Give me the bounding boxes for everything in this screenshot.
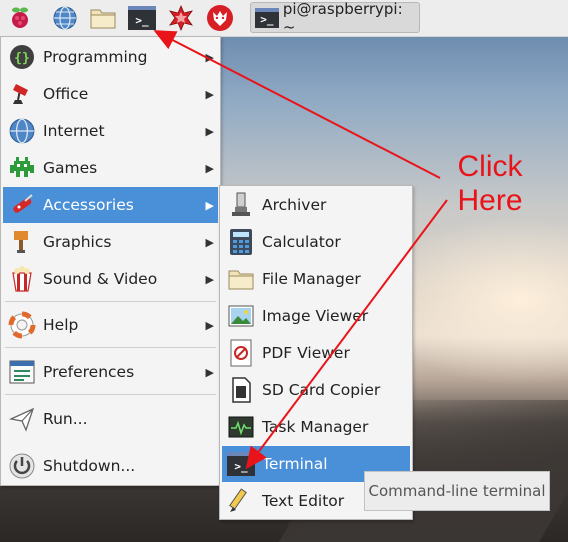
games-icon <box>7 153 37 183</box>
menu-item-graphics[interactable]: Graphics ▶ <box>3 224 218 260</box>
menu-separator <box>5 301 216 302</box>
wolfram-icon <box>207 5 233 31</box>
text-editor-icon <box>226 486 256 516</box>
menu-item-programming[interactable]: {} Programming ▶ <box>3 39 218 75</box>
chevron-right-icon: ▶ <box>205 50 214 64</box>
submenu-item-label: PDF Viewer <box>262 344 350 362</box>
internet-icon <box>7 116 37 146</box>
menu-item-label: Office <box>43 85 89 103</box>
raspberry-menu-icon <box>12 7 28 28</box>
menu-item-run[interactable]: Run... <box>3 401 218 437</box>
chevron-right-icon: ▶ <box>205 365 214 379</box>
task-manager-icon <box>226 412 256 442</box>
annotation-line-1: Click <box>457 150 523 183</box>
menu-item-label: Internet <box>43 122 105 140</box>
web-browser-icon <box>53 6 77 30</box>
accessories-submenu: Archiver Calculator File Manager Image V… <box>219 185 413 520</box>
office-icon <box>7 79 37 109</box>
submenu-item-archiver[interactable]: Archiver <box>222 187 410 223</box>
menu-item-label: Run... <box>43 410 88 428</box>
submenu-item-label: SD Card Copier <box>262 381 381 399</box>
menu-item-sound-video[interactable]: Sound & Video ▶ <box>3 261 218 297</box>
folder-icon <box>90 9 116 29</box>
chevron-right-icon: ▶ <box>205 318 214 332</box>
wolfram-button[interactable] <box>206 4 234 32</box>
pdf-viewer-icon <box>226 338 256 368</box>
terminal-launcher-button[interactable]: >_ <box>128 4 156 32</box>
preferences-icon <box>7 357 37 387</box>
top-panel: >_ >_ pi@raspberrypi: ~ <box>0 0 568 37</box>
click-here-annotation: Click Here <box>440 150 540 218</box>
programming-icon: {} <box>7 42 37 72</box>
chevron-right-icon: ▶ <box>205 161 214 175</box>
chevron-right-icon: ▶ <box>205 87 214 101</box>
menu-item-accessories[interactable]: Accessories ▶ <box>3 187 218 223</box>
submenu-item-task-manager[interactable]: Task Manager <box>222 409 410 445</box>
raspberry-menu-button[interactable] <box>6 4 34 32</box>
submenu-item-image-viewer[interactable]: Image Viewer <box>222 298 410 334</box>
run-icon <box>7 404 37 434</box>
submenu-item-label: Image Viewer <box>262 307 369 325</box>
submenu-item-label: Task Manager <box>262 418 369 436</box>
submenu-item-label: File Manager <box>262 270 361 288</box>
menu-item-label: Sound & Video <box>43 270 158 288</box>
submenu-item-label: Terminal <box>262 455 328 473</box>
file-manager-icon <box>226 264 256 294</box>
sd-card-copier-icon <box>226 375 256 405</box>
menu-item-office[interactable]: Office ▶ <box>3 76 218 112</box>
menu-separator <box>5 347 216 348</box>
menu-item-shutdown[interactable]: Shutdown... <box>3 448 218 484</box>
archiver-icon <box>226 190 256 220</box>
submenu-item-file-manager[interactable]: File Manager <box>222 261 410 297</box>
chevron-right-icon: ▶ <box>205 198 214 212</box>
taskbar-window-title: pi@raspberrypi: ~ <box>282 0 403 36</box>
terminal-tooltip: Command-line terminal <box>364 471 550 511</box>
chevron-right-icon: ▶ <box>205 235 214 249</box>
application-menu: {} Programming ▶ Office ▶ Internet ▶ Gam… <box>0 36 221 486</box>
menu-item-preferences[interactable]: Preferences ▶ <box>3 354 218 390</box>
shutdown-icon <box>7 451 37 481</box>
annotation-line-2: Here <box>457 184 523 217</box>
accessories-icon <box>7 190 37 220</box>
mathematica-icon <box>169 5 193 31</box>
menu-item-games[interactable]: Games ▶ <box>3 150 218 186</box>
menu-item-label: Shutdown... <box>43 457 136 475</box>
graphics-icon <box>7 227 37 257</box>
menu-item-help[interactable]: Help ▶ <box>3 307 218 343</box>
menu-item-label: Programming <box>43 48 148 66</box>
mathematica-button[interactable] <box>167 4 195 32</box>
menu-item-label: Accessories <box>43 196 134 214</box>
submenu-item-label: Archiver <box>262 196 327 214</box>
submenu-item-label: Calculator <box>262 233 341 251</box>
taskbar-terminal-window[interactable]: >_ pi@raspberrypi: ~ <box>250 0 420 36</box>
menu-item-label: Graphics <box>43 233 112 251</box>
svg-text:{}: {} <box>14 51 30 66</box>
submenu-item-sd-card-copier[interactable]: SD Card Copier <box>222 372 410 408</box>
menu-item-label: Preferences <box>43 363 135 381</box>
terminal-icon: >_ <box>255 7 279 28</box>
terminal-icon: >_ <box>226 449 256 479</box>
menu-item-label: Games <box>43 159 98 177</box>
help-icon <box>7 310 37 340</box>
calculator-icon <box>226 227 256 257</box>
menu-separator <box>5 394 216 395</box>
menu-item-label: Help <box>43 316 79 334</box>
terminal-icon: >_ <box>128 6 156 30</box>
web-browser-button[interactable] <box>51 4 79 32</box>
submenu-item-calculator[interactable]: Calculator <box>222 224 410 260</box>
submenu-item-label: Text Editor <box>262 492 345 510</box>
file-manager-button[interactable] <box>89 4 117 32</box>
chevron-right-icon: ▶ <box>205 124 214 138</box>
submenu-item-pdf-viewer[interactable]: PDF Viewer <box>222 335 410 371</box>
menu-item-internet[interactable]: Internet ▶ <box>3 113 218 149</box>
image-viewer-icon <box>226 301 256 331</box>
sound-video-icon <box>7 264 37 294</box>
chevron-right-icon: ▶ <box>205 272 214 286</box>
